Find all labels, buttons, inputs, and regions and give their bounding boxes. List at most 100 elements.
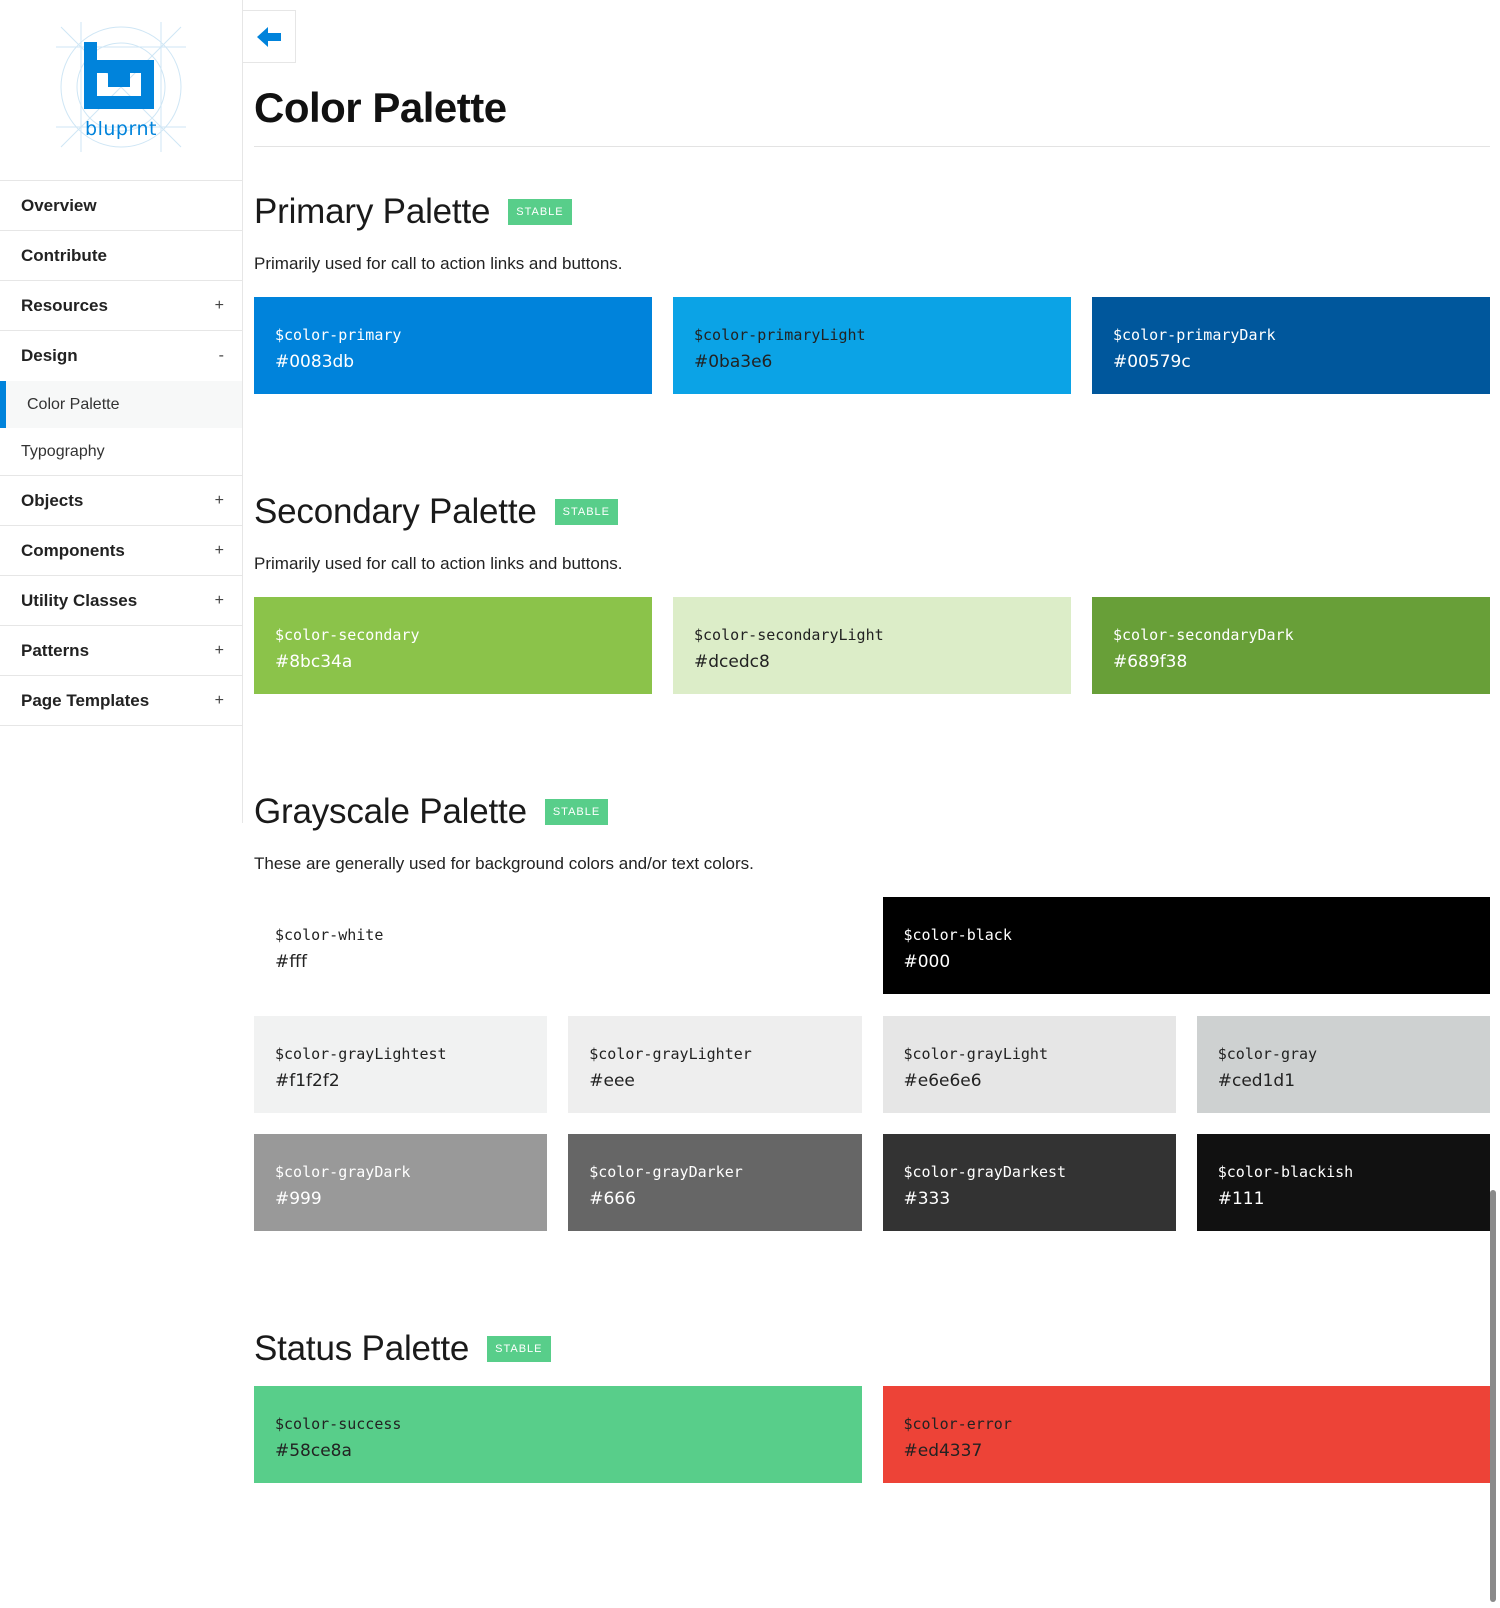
sidebar-nav: Overview Contribute Resources + Design -… xyxy=(0,180,242,726)
section-status-palette: Status Palette STABLE xyxy=(254,1327,1490,1371)
logo[interactable]: bluprnt xyxy=(56,22,186,152)
color-swatch: $color-black #000 xyxy=(882,897,1490,994)
expand-icon[interactable]: + xyxy=(215,692,224,710)
color-swatch: $color-primary #0083db xyxy=(254,297,652,394)
swatch-variable-name: $color-gray xyxy=(1217,1045,1318,1063)
swatch-variable-name: $color-grayLight xyxy=(903,1045,1049,1063)
sidebar-item-label: Overview xyxy=(21,195,97,215)
sidebar-subitem-color-palette[interactable]: Color Palette xyxy=(0,381,242,428)
sidebar-item-label: Objects xyxy=(21,490,84,510)
sidebar-item-label: Contribute xyxy=(21,245,107,265)
color-swatch: $color-white #fff xyxy=(254,897,862,994)
sidebar-subitem-label: Color Palette xyxy=(27,395,120,413)
swatch-hex-value: #666 xyxy=(589,1189,636,1209)
status-badge: STABLE xyxy=(544,799,609,825)
swatch-row: $color-grayDark #999 $color-grayDarker #666… xyxy=(254,1134,1490,1231)
swatch-variable-name: $color-secondaryDark xyxy=(1113,626,1294,644)
swatch-row: $color-grayLightest #f1f2f2 $color-grayLig… xyxy=(254,1016,1490,1113)
swatch-variable-name: $color-white xyxy=(275,926,384,944)
swatch-variable-name: $color-primary xyxy=(275,326,402,344)
sidebar-group-design: Design - Color Palette Typography xyxy=(0,331,242,476)
swatch-hex-value: #000 xyxy=(903,952,951,972)
sidebar-item-label: Resources xyxy=(21,295,108,315)
sidebar-item-components[interactable]: Components + xyxy=(0,526,242,576)
sidebar-item-label: Components xyxy=(21,540,125,560)
sidebar-item-utility-classes[interactable]: Utility Classes + xyxy=(0,576,242,626)
swatch-hex-value: #fff xyxy=(275,952,307,972)
swatch-hex-value: #f1f2f2 xyxy=(275,1071,340,1091)
status-badge: STABLE xyxy=(508,199,572,225)
sidebar-subitem-label: Typography xyxy=(21,442,105,460)
sidebar-item-design[interactable]: Design - xyxy=(0,331,242,381)
color-swatch: $color-primaryDark #00579c xyxy=(1092,297,1490,394)
color-swatch: $color-primaryLight #0ba3e6 xyxy=(673,297,1071,394)
color-swatch: $color-gray #ced1d1 xyxy=(1196,1016,1490,1113)
swatch-variable-name: $color-secondary xyxy=(275,626,420,644)
swatch-variable-name: $color-grayDarker xyxy=(589,1163,743,1181)
sidebar-item-label: Design xyxy=(21,346,78,365)
section-description: Primarily used for call to action links … xyxy=(254,554,623,573)
expand-icon[interactable]: + xyxy=(215,642,224,660)
sidebar-item-objects[interactable]: Objects + xyxy=(0,476,242,526)
swatch-hex-value: #ced1d1 xyxy=(1217,1071,1296,1091)
section-title: Primary Palette xyxy=(254,192,491,231)
swatch-hex-value: #eee xyxy=(589,1071,635,1091)
swatch-hex-value: #58ce8a xyxy=(275,1441,352,1461)
swatch-row: $color-primary #0083db $color-primaryLight… xyxy=(254,297,1490,394)
color-swatch: $color-success #58ce8a xyxy=(254,1386,862,1483)
swatch-row: $color-white #fff $color-black #000 xyxy=(254,897,1490,994)
section-title: Secondary Palette xyxy=(254,492,537,531)
swatch-variable-name: $color-grayDark xyxy=(275,1163,411,1181)
color-swatch: $color-secondaryDark #689f38 xyxy=(1092,597,1490,694)
swatch-variable-name: $color-primaryDark xyxy=(1113,326,1276,344)
sidebar-item-patterns[interactable]: Patterns + xyxy=(0,626,242,676)
swatch-hex-value: #dcedc8 xyxy=(694,652,770,672)
color-swatch: $color-grayDarker #666 xyxy=(568,1134,862,1231)
section-primary-palette: Primary Palette STABLE Primarily used fo… xyxy=(254,190,1490,276)
section-grayscale-palette: Grayscale Palette STABLE These are gener… xyxy=(254,790,1490,876)
swatch-hex-value: #689f38 xyxy=(1113,652,1188,672)
swatch-hex-value: #0083db xyxy=(275,352,355,372)
color-swatch: $color-secondaryLight #dcedc8 xyxy=(673,597,1071,694)
sidebar-item-label: Utility Classes xyxy=(21,590,138,610)
expand-icon[interactable]: + xyxy=(215,297,224,315)
swatch-hex-value: #8bc34a xyxy=(275,652,353,672)
sidebar-item-contribute[interactable]: Contribute xyxy=(0,231,242,281)
color-swatch: $color-grayDark #999 xyxy=(254,1134,548,1231)
color-swatch: $color-grayDarkest #333 xyxy=(882,1134,1176,1231)
sidebar-subitem-typography[interactable]: Typography xyxy=(0,428,242,475)
swatch-variable-name: $color-error xyxy=(903,1415,1012,1433)
swatch-hex-value: #ed4337 xyxy=(903,1441,983,1461)
back-button[interactable] xyxy=(243,10,296,63)
swatch-hex-value: #00579c xyxy=(1113,352,1191,372)
color-swatch: $color-grayLightest #f1f2f2 xyxy=(254,1016,548,1113)
sidebar-item-resources[interactable]: Resources + xyxy=(0,281,242,331)
color-swatch: $color-error #ed4337 xyxy=(882,1386,1490,1483)
sidebar: bluprnt Overview Contribute Resources + … xyxy=(0,0,243,823)
expand-icon[interactable]: + xyxy=(215,592,224,610)
sidebar-item-overview[interactable]: Overview xyxy=(0,181,242,231)
section-secondary-palette: Secondary Palette STABLE Primarily used … xyxy=(254,490,1490,576)
sidebar-item-label: Patterns xyxy=(21,640,90,660)
color-swatch: $color-secondary #8bc34a xyxy=(254,597,652,694)
swatch-variable-name: $color-blackish xyxy=(1217,1163,1354,1181)
color-swatch: $color-grayLight #e6e6e6 xyxy=(882,1016,1176,1113)
swatch-hex-value: #333 xyxy=(903,1189,951,1209)
color-swatch: $color-blackish #111 xyxy=(1196,1134,1490,1231)
status-badge: STABLE xyxy=(487,1336,551,1362)
divider xyxy=(254,146,1490,147)
color-swatch: $color-grayLighter #eee xyxy=(568,1016,862,1113)
sidebar-item-page-templates[interactable]: Page Templates + xyxy=(0,676,242,726)
swatch-variable-name: $color-primaryLight xyxy=(694,326,866,344)
collapse-icon[interactable]: - xyxy=(219,347,224,365)
swatch-variable-name: $color-success xyxy=(275,1415,402,1433)
swatch-variable-name: $color-black xyxy=(903,926,1012,944)
status-badge: STABLE xyxy=(554,499,618,525)
swatch-variable-name: $color-grayLighter xyxy=(589,1045,752,1063)
swatch-hex-value: #0ba3e6 xyxy=(694,352,773,372)
section-title: Grayscale Palette xyxy=(254,792,527,831)
scrollbar[interactable] xyxy=(1490,1190,1496,1602)
arrow-left-icon xyxy=(257,26,281,47)
expand-icon[interactable]: + xyxy=(215,492,224,510)
expand-icon[interactable]: + xyxy=(215,542,224,560)
